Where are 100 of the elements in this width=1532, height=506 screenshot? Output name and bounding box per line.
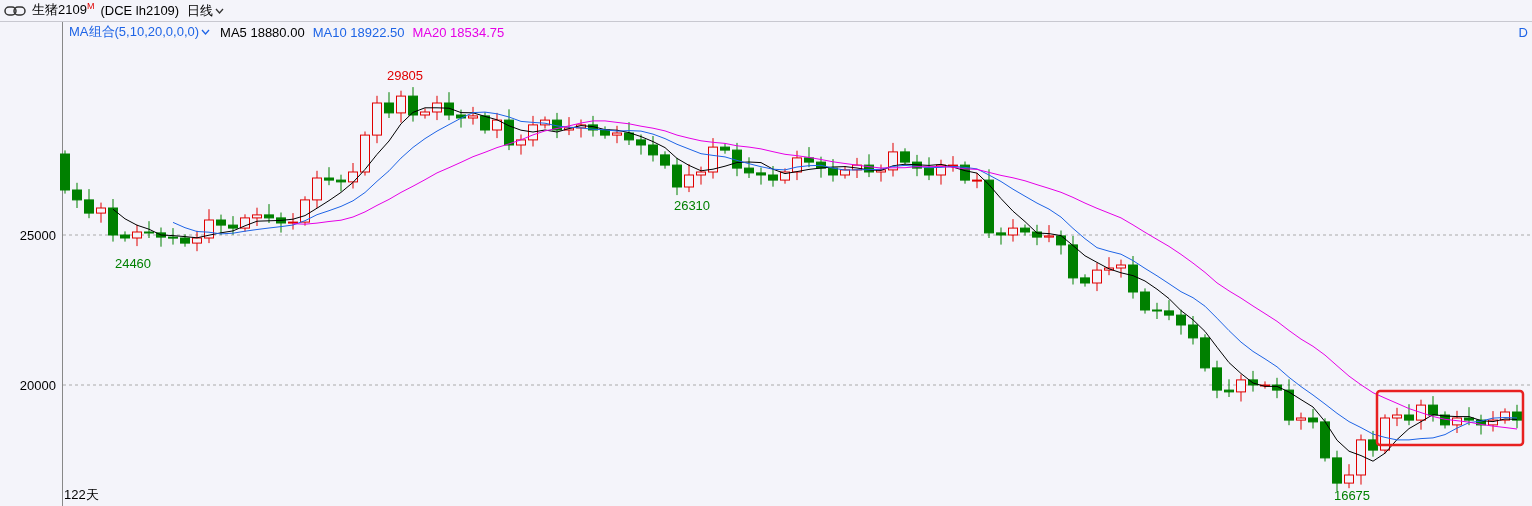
y-axis-label: 20000 <box>19 378 56 393</box>
candlestick <box>1260 380 1270 390</box>
price-label: 24460 <box>114 256 152 271</box>
candlestick <box>768 165 778 188</box>
candlestick <box>1404 403 1414 426</box>
candlestick <box>348 162 358 189</box>
candlestick <box>1356 434 1366 486</box>
candlestick <box>1164 299 1174 321</box>
indicator-dropdown[interactable]: MA组合(5,10,20,0,0,0) <box>67 23 213 41</box>
candlestick <box>276 212 286 234</box>
candlestick <box>1152 302 1162 320</box>
candlestick <box>540 116 550 129</box>
candlestick <box>840 165 850 180</box>
candlestick <box>984 168 994 239</box>
candlestick <box>108 198 118 243</box>
period-dropdown[interactable]: 日线 <box>185 1 227 20</box>
candlestick <box>1368 430 1378 458</box>
candlestick <box>900 147 910 167</box>
candlestick <box>1188 315 1198 345</box>
candlestick <box>708 137 718 180</box>
candlestick <box>468 106 478 126</box>
scale-label: D <box>1518 24 1528 40</box>
candlestick <box>888 142 898 177</box>
candlestick <box>1392 407 1402 427</box>
candlestick <box>120 230 130 243</box>
candlestick <box>384 91 394 119</box>
candlestick <box>576 119 586 138</box>
candlestick <box>420 107 430 120</box>
candlestick <box>660 150 670 170</box>
ma-legend-item: MA5 18880.00 <box>220 24 305 40</box>
candlestick <box>852 157 862 179</box>
candlestick <box>444 91 454 121</box>
candlestick <box>288 212 298 231</box>
candlestick <box>780 167 790 185</box>
candlestick <box>1056 230 1066 255</box>
candlestick <box>1092 262 1102 292</box>
candlestick <box>1104 256 1114 276</box>
candlestick <box>156 227 166 248</box>
candlestick <box>516 134 526 156</box>
candlestick <box>1440 410 1450 429</box>
candlestick <box>732 142 742 177</box>
candlestick <box>1332 450 1342 492</box>
candlestick <box>936 159 946 186</box>
candlestick <box>1296 412 1306 431</box>
candlestick <box>396 90 406 123</box>
candlestick <box>1416 399 1426 431</box>
candlestick <box>228 215 238 236</box>
candlestick <box>132 224 142 247</box>
candlestick <box>312 170 322 209</box>
candlestick <box>1428 395 1438 423</box>
candlestick <box>600 125 610 140</box>
candlestick <box>912 154 922 177</box>
candlestick <box>504 108 514 151</box>
candlestick <box>528 115 538 147</box>
candlestick <box>696 166 706 186</box>
candlestick <box>192 230 202 252</box>
candlestick <box>456 109 466 129</box>
candlestick <box>672 157 682 196</box>
candlestick <box>756 167 766 186</box>
candlestick <box>624 121 634 146</box>
candlestick <box>300 195 310 227</box>
candlestick <box>1176 309 1186 336</box>
candlestick <box>252 207 262 227</box>
day-count-label: 122天 <box>64 487 99 502</box>
candlestick <box>1032 224 1042 246</box>
candlestick <box>828 158 838 183</box>
candlestick <box>1224 378 1234 398</box>
candlestick <box>1200 333 1210 372</box>
candlestick <box>144 220 154 239</box>
candlestick <box>1236 374 1246 402</box>
link-icon[interactable] <box>4 4 26 17</box>
candlestick <box>1284 378 1294 426</box>
candlestick <box>792 150 802 181</box>
price-label: 16675 <box>1333 488 1371 503</box>
candlestick <box>1320 417 1330 462</box>
candlestick <box>684 163 694 193</box>
candlestick <box>1476 414 1486 435</box>
candlestick <box>1308 408 1318 429</box>
candlestick <box>1452 410 1462 434</box>
candlestick <box>60 149 70 195</box>
candlestick <box>552 112 562 139</box>
caret-icon <box>201 29 211 35</box>
candlestick <box>1008 218 1018 243</box>
candlestick <box>1344 463 1354 489</box>
candlestick <box>924 156 934 181</box>
candlestick <box>408 86 418 123</box>
candlestick <box>1512 404 1522 429</box>
candlestick <box>1116 259 1126 279</box>
candlestick <box>264 203 274 224</box>
candlestick <box>372 95 382 144</box>
candlestick <box>948 155 958 173</box>
ma-legend-item: MA10 18922.50 <box>312 24 405 40</box>
candlestick <box>240 213 250 233</box>
candlestick <box>72 182 82 209</box>
candlestick <box>1140 287 1150 315</box>
candlestick <box>1500 407 1510 425</box>
contract-title: 生猪2109$^{M}$ <box>32 1 95 20</box>
candlestick <box>1080 273 1090 288</box>
candlestick <box>1248 370 1258 393</box>
candlestick <box>1044 224 1054 243</box>
